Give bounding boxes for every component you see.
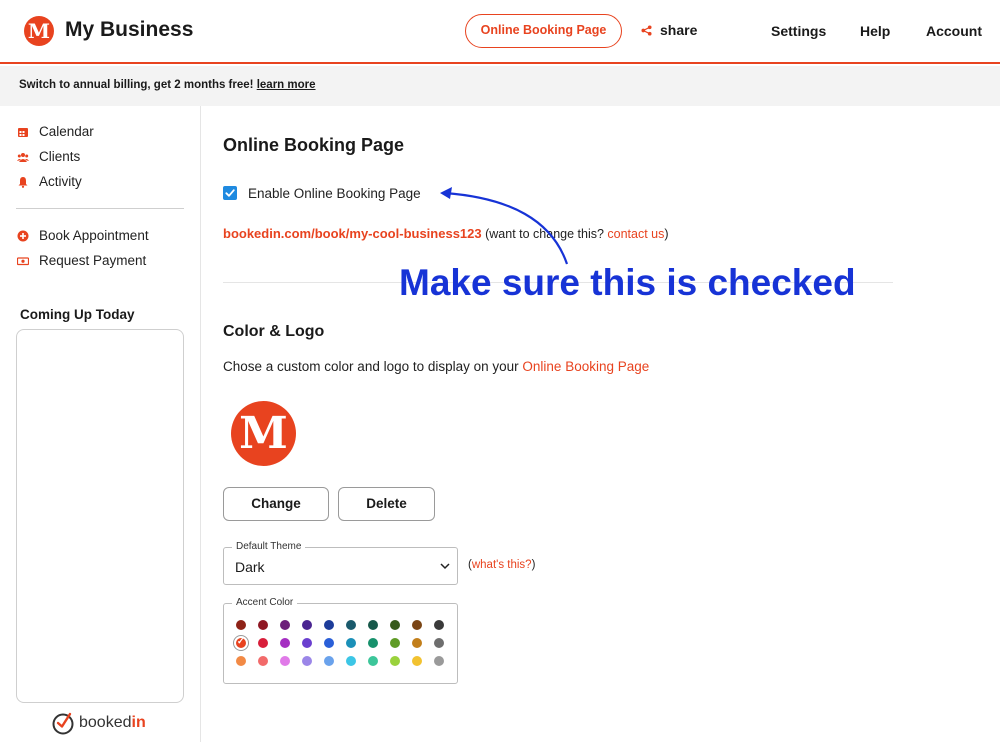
sidebar-item-label: Calendar	[39, 124, 94, 139]
delete-logo-button[interactable]: Delete	[338, 487, 435, 521]
sidebar: Calendar Clients Activity Book Appointme…	[0, 106, 201, 742]
learn-more-link[interactable]: learn more	[257, 79, 316, 91]
clock-check-icon	[52, 712, 74, 735]
nav-settings[interactable]: Settings	[771, 23, 826, 39]
plus-circle-icon	[17, 230, 29, 241]
accent-color-swatch[interactable]	[324, 620, 334, 630]
money-icon	[17, 256, 29, 265]
bell-icon	[18, 176, 28, 188]
share-icon	[641, 24, 652, 36]
annotation-arrow	[440, 187, 569, 265]
accent-color-swatch[interactable]	[346, 656, 356, 666]
sidebar-item-label: Clients	[39, 149, 81, 164]
contact-us-link[interactable]: contact us	[607, 227, 664, 241]
whats-this-link[interactable]: what's this?	[472, 559, 532, 571]
top-header: M My Business Online Booking Page share …	[0, 0, 1000, 64]
accent-color-swatch[interactable]	[302, 620, 312, 630]
sidebar-item-label: Activity	[39, 174, 82, 189]
request-payment-action[interactable]: Request Payment	[17, 253, 146, 268]
accent-color-swatch[interactable]	[258, 638, 268, 648]
accent-color-swatch[interactable]	[368, 638, 378, 648]
book-appointment-action[interactable]: Book Appointment	[17, 228, 149, 243]
accent-color-swatch[interactable]	[324, 638, 334, 648]
accent-color-swatch[interactable]	[236, 620, 246, 630]
accent-color-swatch[interactable]	[412, 656, 422, 666]
page-title: Online Booking Page	[223, 135, 405, 155]
business-logo-preview: M	[231, 401, 296, 466]
color-logo-description: Chose a custom color and logo to display…	[223, 359, 649, 374]
accent-color-swatch[interactable]	[412, 638, 422, 648]
share-button[interactable]: share	[641, 22, 697, 38]
sidebar-item-calendar[interactable]: Calendar	[17, 124, 94, 139]
bookedin-footer-logo: bookedin	[51, 711, 146, 735]
online-booking-page-button[interactable]: Online Booking Page	[465, 14, 622, 48]
accent-color-swatch[interactable]	[390, 656, 400, 666]
billing-banner: Switch to annual billing, get 2 months f…	[0, 66, 1000, 106]
accent-color-swatch[interactable]	[346, 620, 356, 630]
accent-color-swatch[interactable]	[324, 656, 334, 666]
default-theme-value: Dark	[235, 559, 265, 575]
accent-color-swatch[interactable]	[280, 638, 290, 648]
accent-color-swatch[interactable]	[302, 656, 312, 666]
online-booking-page-link[interactable]: Online Booking Page	[522, 359, 649, 374]
whats-this-note: (what's this?)	[468, 559, 535, 571]
footer-brand-a: booked	[79, 714, 132, 731]
accent-color-picker: Accent Color ✓	[223, 597, 458, 684]
nav-account[interactable]: Account	[926, 23, 982, 39]
coming-up-today-title: Coming Up Today	[20, 307, 135, 322]
annotation-text: Make sure this is checked	[399, 262, 856, 303]
sidebar-item-activity[interactable]: Activity	[17, 174, 82, 189]
accent-color-swatch[interactable]	[434, 656, 444, 666]
whats-this-suffix: )	[531, 559, 536, 571]
accent-color-swatch[interactable]	[258, 656, 268, 666]
change-logo-button[interactable]: Change	[223, 487, 329, 521]
sidebar-item-label: Request Payment	[39, 253, 147, 268]
accent-color-swatch[interactable]	[368, 656, 378, 666]
accent-color-swatch[interactable]	[434, 638, 444, 648]
sidebar-item-clients[interactable]: Clients	[17, 149, 80, 164]
accent-color-swatch[interactable]: ✓	[236, 636, 246, 648]
calendar-icon	[18, 127, 28, 137]
default-theme-legend: Default Theme	[232, 541, 306, 552]
accent-color-swatch[interactable]	[412, 620, 422, 630]
default-theme-select[interactable]: Default Theme Dark	[223, 541, 458, 585]
nav-help[interactable]: Help	[860, 23, 890, 39]
coming-up-today-panel	[16, 329, 184, 703]
color-logo-title: Color & Logo	[223, 323, 325, 340]
accent-color-swatch[interactable]	[258, 620, 268, 630]
accent-color-legend: Accent Color	[232, 597, 298, 608]
main-content: Online Booking Page Enable Online Bookin…	[201, 106, 1000, 742]
accent-color-swatch[interactable]	[346, 638, 356, 648]
accent-color-swatch[interactable]	[368, 620, 378, 630]
checkmark-icon	[225, 189, 235, 197]
description-text: Chose a custom color and logo to display…	[223, 359, 523, 374]
footer-brand-b: in	[131, 714, 146, 731]
clients-icon	[17, 152, 29, 162]
accent-color-swatch[interactable]	[390, 620, 400, 630]
sidebar-item-label: Book Appointment	[39, 228, 149, 243]
accent-color-swatch[interactable]	[390, 638, 400, 648]
sidebar-divider	[16, 208, 184, 209]
enable-online-booking-checkbox[interactable]	[223, 186, 237, 200]
business-name: My Business	[65, 18, 194, 41]
enable-online-booking-label[interactable]: Enable Online Booking Page	[248, 186, 421, 201]
accent-color-swatch[interactable]	[434, 620, 444, 630]
selected-check-icon: ✓	[237, 636, 245, 646]
share-label: share	[660, 22, 698, 38]
chevron-down-icon	[440, 563, 450, 570]
accent-color-swatch[interactable]	[236, 656, 246, 666]
accent-color-swatch[interactable]	[280, 656, 290, 666]
accent-color-swatch[interactable]	[302, 638, 312, 648]
accent-color-swatch[interactable]	[280, 620, 290, 630]
banner-text: Switch to annual billing, get 2 months f…	[19, 79, 254, 91]
business-logo[interactable]: M	[24, 16, 54, 46]
url-note-suffix: )	[664, 227, 669, 241]
